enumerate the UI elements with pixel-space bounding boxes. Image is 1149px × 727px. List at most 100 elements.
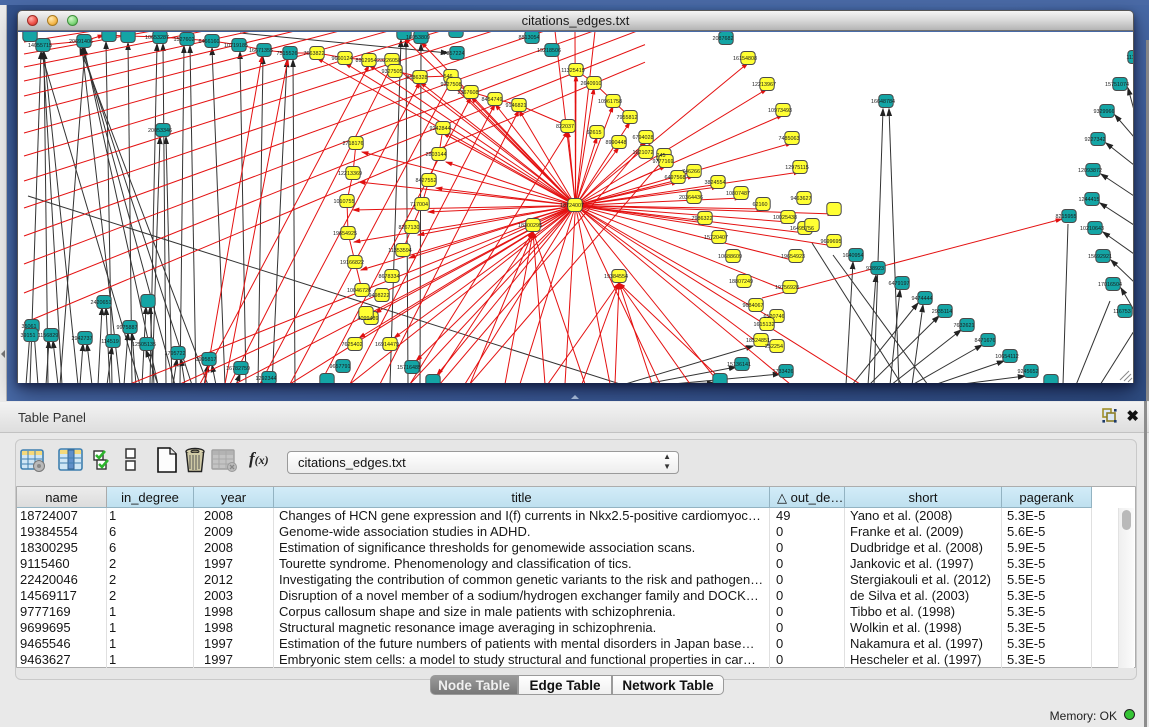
svg-text:19166822: 19166822 bbox=[340, 260, 364, 266]
svg-text:3824554: 3824554 bbox=[705, 180, 726, 186]
svg-text:9657791: 9657791 bbox=[330, 364, 351, 370]
svg-text:9327508: 9327508 bbox=[441, 82, 462, 88]
svg-text:20053346: 20053346 bbox=[148, 128, 172, 134]
svg-text:7625402: 7625402 bbox=[342, 342, 363, 348]
svg-text:15692921: 15692921 bbox=[1088, 254, 1112, 260]
svg-text:1615132: 1615132 bbox=[754, 322, 775, 328]
svg-text:19218506: 19218506 bbox=[537, 48, 561, 54]
svg-text:2942737: 2942737 bbox=[72, 336, 93, 342]
svg-text:15716485: 15716485 bbox=[397, 365, 421, 371]
svg-text:19654925: 19654925 bbox=[333, 231, 357, 237]
svg-text:6497568: 6497568 bbox=[665, 175, 686, 181]
svg-text:9227342: 9227342 bbox=[1085, 137, 1106, 143]
svg-text:1795722: 1795722 bbox=[165, 351, 186, 357]
svg-text:15136141: 15136141 bbox=[727, 362, 751, 368]
svg-text:11325419: 11325419 bbox=[561, 68, 585, 74]
svg-text:1527602: 1527602 bbox=[174, 37, 195, 43]
svg-text:16671355: 16671355 bbox=[249, 48, 273, 54]
svg-text:16495756: 16495756 bbox=[790, 226, 814, 232]
svg-text:1733426: 1733426 bbox=[773, 369, 794, 375]
svg-text:1112: 1112 bbox=[1126, 55, 1133, 61]
svg-text:9146821: 9146821 bbox=[506, 103, 527, 109]
svg-text:8471676: 8471676 bbox=[975, 338, 996, 344]
svg-text:10807487: 10807487 bbox=[726, 191, 750, 197]
svg-text:16782759: 16782759 bbox=[226, 366, 250, 372]
svg-text:62160: 62160 bbox=[753, 202, 768, 208]
svg-text:8186328: 8186328 bbox=[407, 75, 428, 81]
svg-text:7485063: 7485063 bbox=[779, 136, 800, 142]
svg-text:16648784: 16648784 bbox=[871, 99, 895, 105]
svg-text:8215955: 8215955 bbox=[1056, 214, 1077, 220]
svg-text:20364436: 20364436 bbox=[679, 195, 703, 201]
svg-text:18724007: 18724007 bbox=[560, 203, 584, 209]
svg-text:17016504: 17016504 bbox=[1098, 282, 1122, 288]
svg-text:6479197: 6479197 bbox=[889, 281, 910, 287]
svg-text:10719185: 10719185 bbox=[224, 43, 248, 49]
svg-text:11353594: 11353594 bbox=[388, 248, 412, 254]
svg-text:7632621: 7632621 bbox=[954, 323, 975, 329]
svg-text:10961758: 10961758 bbox=[598, 99, 622, 105]
svg-text:1621072: 1621072 bbox=[633, 150, 654, 156]
svg-text:746266: 746266 bbox=[682, 169, 700, 175]
svg-text:10973493: 10973493 bbox=[768, 108, 792, 114]
svg-text:9463627: 9463627 bbox=[791, 196, 812, 202]
svg-text:10210643: 10210643 bbox=[1080, 226, 1104, 232]
svg-text:1244415: 1244415 bbox=[1079, 197, 1100, 203]
svg-text:9474444: 9474444 bbox=[912, 296, 933, 302]
svg-text:16914479: 16914479 bbox=[375, 342, 399, 348]
svg-text:1010755: 1010755 bbox=[334, 199, 355, 205]
svg-text:8813054: 8813054 bbox=[519, 35, 540, 41]
svg-text:7955812: 7955812 bbox=[617, 115, 638, 121]
svg-text:20691406: 20691406 bbox=[69, 39, 93, 45]
svg-text:9777169: 9777169 bbox=[653, 159, 674, 165]
svg-text:1292344: 1292344 bbox=[256, 376, 277, 382]
svg-text:18807249: 18807249 bbox=[729, 279, 753, 285]
svg-text:9660124: 9660124 bbox=[332, 56, 353, 62]
svg-text:6120746: 6120746 bbox=[764, 314, 785, 320]
svg-text:7986322: 7986322 bbox=[692, 216, 713, 222]
svg-text:19756928: 19756928 bbox=[775, 285, 799, 291]
svg-text:9498222: 9498222 bbox=[369, 293, 390, 299]
svg-text:822037: 822037 bbox=[556, 124, 574, 130]
svg-text:116753: 116753 bbox=[1113, 309, 1131, 315]
svg-text:10654112: 10654112 bbox=[995, 354, 1019, 360]
svg-text:23226058: 23226058 bbox=[377, 58, 401, 64]
svg-text:2803144: 2803144 bbox=[426, 152, 447, 158]
svg-text:9245652: 9245652 bbox=[1018, 369, 1039, 375]
svg-text:16154808: 16154808 bbox=[733, 56, 757, 62]
svg-text:19654923: 19654923 bbox=[781, 254, 805, 260]
svg-text:9242844: 9242844 bbox=[430, 126, 451, 132]
svg-text:39151: 39151 bbox=[21, 333, 36, 339]
svg-text:717004: 717004 bbox=[410, 202, 428, 208]
svg-text:10025438: 10025438 bbox=[773, 215, 797, 221]
svg-text:8678334: 8678334 bbox=[379, 274, 400, 280]
svg-text:9684067: 9684067 bbox=[743, 303, 764, 309]
svg-text:9699695: 9699695 bbox=[821, 239, 842, 245]
svg-text:1640954: 1640954 bbox=[843, 253, 864, 259]
svg-text:2087682: 2087682 bbox=[713, 36, 734, 42]
svg-text:35061: 35061 bbox=[22, 324, 37, 330]
svg-text:6794028: 6794028 bbox=[633, 135, 654, 141]
svg-text:10046726: 10046726 bbox=[347, 288, 371, 294]
svg-text:1156829: 1156829 bbox=[38, 333, 59, 339]
svg-text:12213967: 12213967 bbox=[752, 82, 776, 88]
svg-text:7357224: 7357224 bbox=[444, 51, 465, 57]
svg-text:7663822: 7663822 bbox=[304, 51, 325, 57]
svg-text:18300295: 18300295 bbox=[518, 223, 542, 229]
svg-text:252254: 252254 bbox=[765, 344, 783, 350]
svg-text:114519: 114519 bbox=[101, 339, 119, 345]
svg-text:2367608: 2367608 bbox=[458, 90, 479, 96]
svg-text:12093872: 12093872 bbox=[1078, 168, 1102, 174]
svg-text:2420651: 2420651 bbox=[91, 300, 112, 306]
svg-text:2718176: 2718176 bbox=[343, 141, 364, 147]
svg-text:15751074: 15751074 bbox=[1105, 82, 1129, 88]
svg-text:6466160: 6466160 bbox=[199, 39, 220, 45]
svg-text:9327505: 9327505 bbox=[382, 69, 403, 75]
svg-text:546: 546 bbox=[444, 74, 453, 80]
svg-text:8454749: 8454749 bbox=[482, 97, 503, 103]
svg-text:2935114: 2935114 bbox=[932, 309, 953, 315]
svg-text:19384554: 19384554 bbox=[604, 274, 628, 280]
svg-text:12505135: 12505135 bbox=[132, 342, 156, 348]
svg-text:62615: 62615 bbox=[587, 130, 602, 136]
svg-text:12213369: 12213369 bbox=[338, 171, 362, 177]
